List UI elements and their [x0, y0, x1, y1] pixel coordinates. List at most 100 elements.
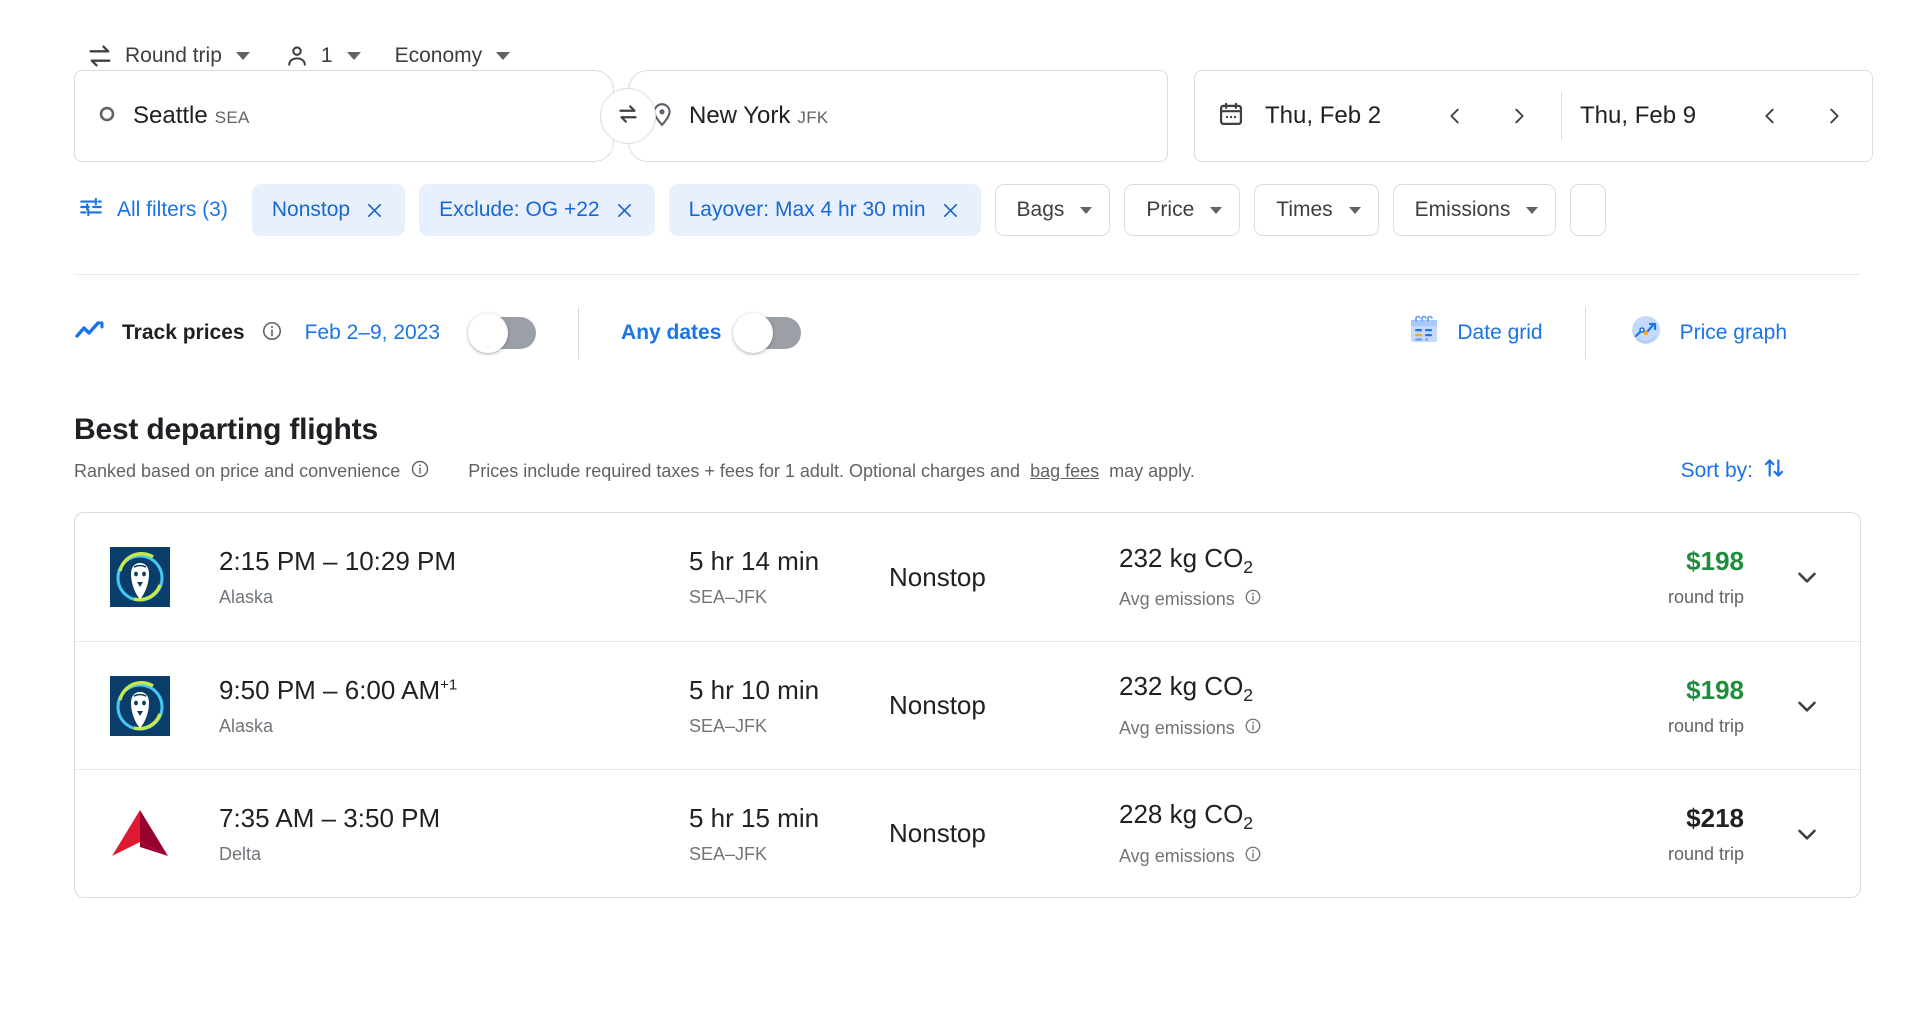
trip-options-bar: Round trip 1 Economy [74, 0, 1920, 56]
departure-date-group: Thu, Feb 2 [1259, 92, 1549, 140]
filter-chip-label: Times [1276, 198, 1332, 222]
search-fields-row: Seattle SEA New York JFK [74, 70, 1920, 162]
chevron-down-icon [1349, 207, 1361, 214]
track-prices-label: Track prices [122, 321, 245, 345]
close-icon[interactable] [364, 200, 385, 221]
stops-column: Nonstop [889, 690, 1119, 721]
table-row[interactable]: 7:35 AM – 3:50 PM Delta 5 hr 15 min SEA–… [75, 769, 1860, 897]
next-day-indicator: +1 [440, 676, 457, 693]
departure-date[interactable]: Thu, Feb 2 [1265, 102, 1415, 130]
emissions-column: 232 kg CO2 Avg emissions [1119, 543, 1449, 611]
emissions-note: Avg emissions [1119, 589, 1235, 610]
all-filters-button[interactable]: All filters (3) [74, 186, 238, 234]
flight-stops: Nonstop [889, 562, 1119, 593]
flight-times: 7:35 AM – 3:50 PM [219, 803, 689, 834]
results-subtitle: Ranked based on price and convenience Pr… [74, 459, 1920, 484]
filter-chip-label: Nonstop [272, 198, 350, 222]
duration-column: 5 hr 15 min SEA–JFK [689, 803, 889, 865]
origin-input[interactable]: Seattle SEA [74, 70, 614, 162]
origin-text: Seattle SEA [133, 102, 250, 130]
chevron-down-icon [1526, 207, 1538, 214]
filter-chip-times[interactable]: Times [1254, 184, 1378, 236]
sort-by-button[interactable]: Sort by: [1681, 455, 1787, 487]
emissions-column: 228 kg CO2 Avg emissions [1119, 799, 1449, 867]
tools-divider [1585, 307, 1586, 359]
info-icon[interactable] [261, 320, 283, 347]
filter-chip-label: Exclude: OG +22 [439, 198, 600, 222]
info-icon[interactable] [1244, 588, 1262, 611]
filter-chip-overflow[interactable] [1570, 184, 1606, 236]
emissions-note: Avg emissions [1119, 718, 1235, 739]
any-dates-label[interactable]: Any dates [621, 321, 721, 345]
flight-emissions: 232 kg CO2 [1119, 543, 1449, 578]
toggle-knob [468, 313, 508, 353]
departure-prev-button[interactable] [1431, 92, 1479, 140]
filter-chip-layover[interactable]: Layover: Max 4 hr 30 min [669, 184, 981, 236]
filter-chip-bags[interactable]: Bags [995, 184, 1111, 236]
info-icon[interactable] [1244, 717, 1262, 740]
ranked-note: Ranked based on price and convenience [74, 461, 400, 482]
flight-duration: 5 hr 15 min [689, 803, 889, 834]
return-next-button[interactable] [1810, 92, 1858, 140]
calendar-icon [1217, 100, 1245, 133]
filter-chip-exclude-og[interactable]: Exclude: OG +22 [419, 184, 655, 236]
prices-note-post: may apply. [1109, 461, 1195, 482]
departure-next-button[interactable] [1495, 92, 1543, 140]
close-icon[interactable] [940, 200, 961, 221]
expand-row-button[interactable] [1784, 819, 1830, 849]
duration-column: 5 hr 10 min SEA–JFK [689, 675, 889, 737]
expand-row-button[interactable] [1784, 562, 1830, 592]
sort-by-label: Sort by: [1681, 459, 1753, 483]
stops-column: Nonstop [889, 562, 1119, 593]
filter-chip-price[interactable]: Price [1124, 184, 1240, 236]
filter-chip-label: Price [1146, 198, 1194, 222]
info-icon[interactable] [1244, 845, 1262, 868]
alaska-logo [109, 546, 171, 608]
track-date-range[interactable]: Feb 2–9, 2023 [305, 321, 440, 345]
expand-row-button[interactable] [1784, 691, 1830, 721]
table-row[interactable]: 9:50 PM – 6:00 AM+1 Alaska 5 hr 10 min S… [75, 641, 1860, 769]
price-note: round trip [1449, 587, 1744, 608]
emissions-subscript: 2 [1243, 686, 1253, 706]
trip-type-label: Round trip [125, 44, 222, 68]
info-icon[interactable] [410, 459, 430, 484]
price-note: round trip [1449, 716, 1744, 737]
return-date[interactable]: Thu, Feb 9 [1580, 102, 1730, 130]
destination-code: JFK [797, 108, 828, 127]
close-icon[interactable] [614, 200, 635, 221]
destination-input[interactable]: New York JFK [628, 70, 1168, 162]
origin-code: SEA [215, 108, 250, 127]
any-dates-toggle[interactable] [735, 317, 801, 349]
emissions-subscript: 2 [1243, 557, 1253, 577]
flight-price: $198 [1449, 546, 1744, 577]
airline-name: Delta [219, 844, 689, 865]
emissions-note: Avg emissions [1119, 846, 1235, 867]
price-note: round trip [1449, 844, 1744, 865]
track-prices-toggle[interactable] [470, 317, 536, 349]
date-range-field[interactable]: Thu, Feb 2 Thu, Feb 9 [1194, 70, 1873, 162]
circle-outline-icon [95, 102, 119, 131]
flight-times-text: 7:35 AM – 3:50 PM [219, 803, 440, 833]
chevron-down-icon [347, 52, 361, 60]
return-prev-button[interactable] [1746, 92, 1794, 140]
origin-city: Seattle [133, 102, 208, 129]
price-column: $218 round trip [1449, 803, 1784, 865]
trending-line-icon [74, 318, 106, 349]
airline-name: Alaska [219, 587, 689, 608]
chevron-down-icon [496, 52, 510, 60]
destination-city: New York [689, 102, 790, 129]
emissions-note-row: Avg emissions [1119, 845, 1449, 868]
view-tools-group: Date grid Price graph [1407, 307, 1787, 359]
filter-chip-emissions[interactable]: Emissions [1393, 184, 1557, 236]
date-grid-button[interactable]: Date grid [1407, 313, 1542, 353]
table-row[interactable]: 2:15 PM – 10:29 PM Alaska 5 hr 14 min SE… [75, 513, 1860, 641]
flight-route: SEA–JFK [689, 844, 889, 865]
flight-stops: Nonstop [889, 818, 1119, 849]
flight-route: SEA–JFK [689, 587, 889, 608]
chevron-down-icon [1080, 207, 1092, 214]
tune-icon [78, 194, 104, 226]
swap-airports-button[interactable] [600, 88, 656, 144]
filter-chip-nonstop[interactable]: Nonstop [252, 184, 405, 236]
price-graph-button[interactable]: Price graph [1628, 312, 1787, 354]
bag-fees-link[interactable]: bag fees [1030, 461, 1099, 482]
